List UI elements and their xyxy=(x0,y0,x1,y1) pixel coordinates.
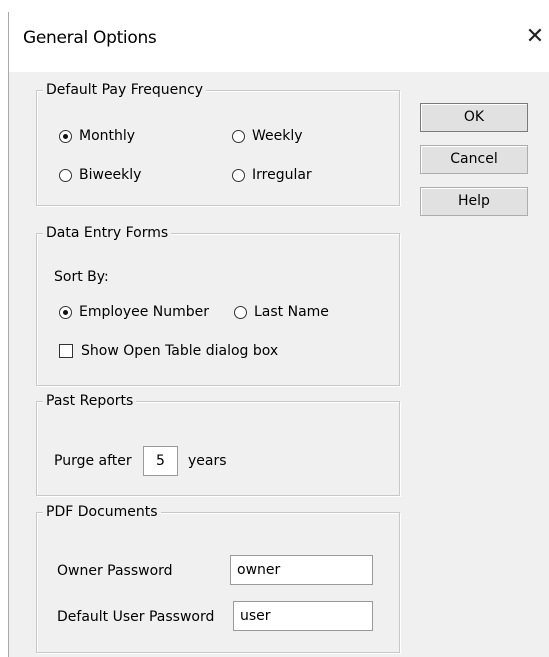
data-entry-forms-group: Data Entry Forms Sort By: Employee Numbe… xyxy=(36,224,400,386)
help-button[interactable]: Help xyxy=(420,187,528,216)
purge-after-label: Purge after xyxy=(54,453,132,469)
show-open-table-checkbox-box xyxy=(59,344,73,358)
radio-weekly-indicator xyxy=(232,129,245,143)
pdf-documents-group: PDF Documents Owner Password owner Defau… xyxy=(36,503,400,653)
past-reports-group: Past Reports Purge after 5 years xyxy=(36,392,400,496)
radio-biweekly[interactable]: Biweekly xyxy=(59,166,141,184)
radio-employee-number-indicator xyxy=(59,305,72,319)
radio-biweekly-indicator xyxy=(59,168,72,182)
radio-biweekly-label: Biweekly xyxy=(79,167,142,183)
sort-by-label: Sort By: xyxy=(54,269,109,285)
radio-irregular[interactable]: Irregular xyxy=(232,166,312,184)
radio-weekly[interactable]: Weekly xyxy=(232,127,303,145)
radio-weekly-label: Weekly xyxy=(252,128,303,144)
radio-monthly-label: Monthly xyxy=(79,128,136,144)
show-open-table-checkbox-label: Show Open Table dialog box xyxy=(81,343,279,359)
radio-last-name-label: Last Name xyxy=(254,304,329,320)
pay-frequency-group: Default Pay Frequency Monthly Weekly Biw… xyxy=(36,81,400,206)
owner-password-field[interactable]: owner xyxy=(230,555,373,585)
radio-employee-number-label: Employee Number xyxy=(79,304,210,320)
data-entry-forms-legend: Data Entry Forms xyxy=(43,224,172,242)
default-user-password-field[interactable]: user xyxy=(233,601,373,631)
radio-employee-number[interactable]: Employee Number xyxy=(59,303,209,321)
dialog-title: General Options xyxy=(23,28,157,48)
pay-frequency-legend: Default Pay Frequency xyxy=(43,81,207,99)
pdf-documents-legend: PDF Documents xyxy=(43,503,161,521)
title-bar: General Options ✕ xyxy=(9,12,549,72)
purge-years-input[interactable]: 5 xyxy=(143,446,178,476)
years-label: years xyxy=(188,453,227,469)
past-reports-legend: Past Reports xyxy=(43,392,137,410)
radio-last-name[interactable]: Last Name xyxy=(234,303,329,321)
cancel-button[interactable]: Cancel xyxy=(420,145,528,174)
close-icon[interactable]: ✕ xyxy=(522,24,548,50)
radio-irregular-indicator xyxy=(232,168,245,182)
show-open-table-checkbox[interactable]: Show Open Table dialog box xyxy=(59,342,278,360)
default-user-password-label: Default User Password xyxy=(57,609,215,625)
radio-last-name-indicator xyxy=(234,305,247,319)
owner-password-label: Owner Password xyxy=(57,563,173,579)
radio-monthly-indicator xyxy=(59,129,72,143)
radio-monthly[interactable]: Monthly xyxy=(59,127,135,145)
general-options-dialog: General Options ✕ Default Pay Frequency … xyxy=(8,12,549,657)
ok-button[interactable]: OK xyxy=(420,103,528,132)
radio-irregular-label: Irregular xyxy=(252,167,312,183)
